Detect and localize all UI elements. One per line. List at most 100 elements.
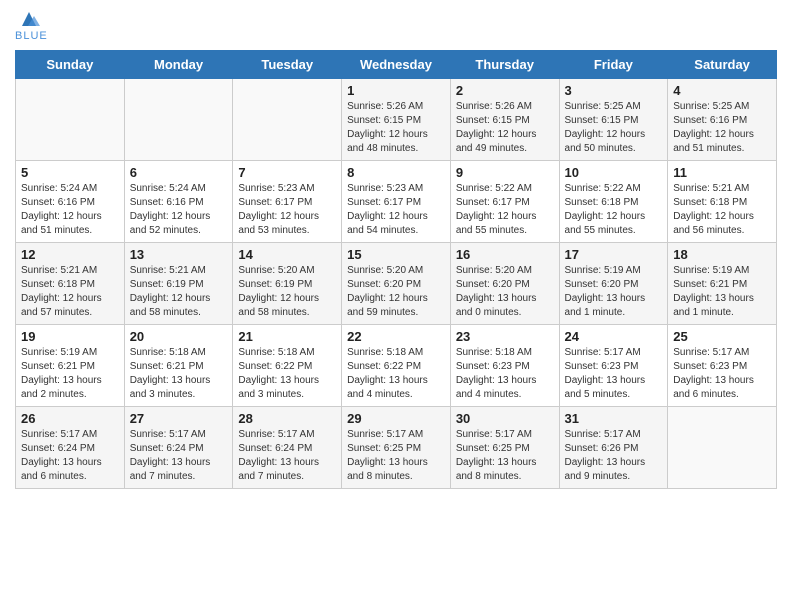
calendar-cell: 29Sunrise: 5:17 AM Sunset: 6:25 PM Dayli… [342,407,451,489]
calendar-week-row: 12Sunrise: 5:21 AM Sunset: 6:18 PM Dayli… [16,243,777,325]
day-info: Sunrise: 5:17 AM Sunset: 6:24 PM Dayligh… [21,428,119,484]
day-number: 3 [565,83,663,98]
day-number: 16 [456,247,554,262]
day-number: 11 [673,165,771,180]
day-header-tuesday: Tuesday [233,51,342,79]
day-number: 15 [347,247,445,262]
day-number: 23 [456,329,554,344]
calendar-cell: 18 Sunrise: 5:19 AM Sunset: 6:21 PM Dayli… [668,243,777,325]
calendar-cell [668,407,777,489]
calendar-cell: 24Sunrise: 5:17 AM Sunset: 6:23 PM Dayli… [559,325,668,407]
day-info: Sunrise: 5:24 AM Sunset: 6:16 PM Dayligh… [130,182,228,238]
calendar-cell: 8 Sunrise: 5:23 AM Sunset: 6:17 PM Daylig… [342,161,451,243]
day-info: Sunrise: 5:18 AM Sunset: 6:22 PM Dayligh… [347,346,445,402]
day-info: Sunrise: 5:22 AM Sunset: 6:18 PM Dayligh… [565,182,663,238]
calendar-header-row: SundayMondayTuesdayWednesdayThursdayFrid… [16,51,777,79]
calendar-cell: 27Sunrise: 5:17 AM Sunset: 6:24 PM Dayli… [124,407,233,489]
day-number: 9 [456,165,554,180]
day-number: 12 [21,247,119,262]
logo: BLUE [15,10,48,42]
day-number: 17 [565,247,663,262]
calendar-cell: 22 Sunrise: 5:18 AM Sunset: 6:22 PM Dayli… [342,325,451,407]
day-info: Sunrise: 5:18 AM Sunset: 6:22 PM Dayligh… [238,346,336,402]
calendar-week-row: 1 Sunrise: 5:26 AM Sunset: 6:15 PM Daylig… [16,79,777,161]
calendar-cell: 4 Sunrise: 5:25 AM Sunset: 6:16 PM Daylig… [668,79,777,161]
day-header-friday: Friday [559,51,668,79]
day-info: Sunrise: 5:23 AM Sunset: 6:17 PM Dayligh… [347,182,445,238]
day-number: 1 [347,83,445,98]
calendar-cell: 20 Sunrise: 5:18 AM Sunset: 6:21 PM Dayli… [124,325,233,407]
calendar-week-row: 19Sunrise: 5:19 AM Sunset: 6:21 PM Dayli… [16,325,777,407]
day-info: Sunrise: 5:26 AM Sunset: 6:15 PM Dayligh… [347,100,445,156]
day-info: Sunrise: 5:19 AM Sunset: 6:20 PM Dayligh… [565,264,663,320]
calendar-cell [233,79,342,161]
calendar-cell: 26 Sunrise: 5:17 AM Sunset: 6:24 PM Dayli… [16,407,125,489]
calendar-cell: 12Sunrise: 5:21 AM Sunset: 6:18 PM Dayli… [16,243,125,325]
calendar-cell: 7 Sunrise: 5:23 AM Sunset: 6:17 PM Daylig… [233,161,342,243]
day-number: 26 [21,411,119,426]
day-number: 8 [347,165,445,180]
day-number: 10 [565,165,663,180]
day-info: Sunrise: 5:24 AM Sunset: 6:16 PM Dayligh… [21,182,119,238]
day-info: Sunrise: 5:21 AM Sunset: 6:18 PM Dayligh… [673,182,771,238]
calendar-cell: 3 Sunrise: 5:25 AM Sunset: 6:15 PM Daylig… [559,79,668,161]
logo-icon [18,8,40,30]
calendar-cell: 31 Sunrise: 5:17 AM Sunset: 6:26 PM Dayli… [559,407,668,489]
day-number: 31 [565,411,663,426]
day-header-saturday: Saturday [668,51,777,79]
calendar-cell: 25 Sunrise: 5:17 AM Sunset: 6:23 PM Dayli… [668,325,777,407]
logo-tagline: BLUE [15,30,48,42]
calendar-cell: 15Sunrise: 5:20 AM Sunset: 6:20 PM Dayli… [342,243,451,325]
day-number: 28 [238,411,336,426]
day-number: 29 [347,411,445,426]
calendar-cell: 9Sunrise: 5:22 AM Sunset: 6:17 PM Daylig… [450,161,559,243]
day-info: Sunrise: 5:17 AM Sunset: 6:23 PM Dayligh… [565,346,663,402]
calendar-cell: 28 Sunrise: 5:17 AM Sunset: 6:24 PM Dayli… [233,407,342,489]
day-info: Sunrise: 5:25 AM Sunset: 6:16 PM Dayligh… [673,100,771,156]
calendar-table: SundayMondayTuesdayWednesdayThursdayFrid… [15,50,777,489]
day-info: Sunrise: 5:20 AM Sunset: 6:19 PM Dayligh… [238,264,336,320]
day-info: Sunrise: 5:20 AM Sunset: 6:20 PM Dayligh… [456,264,554,320]
day-info: Sunrise: 5:23 AM Sunset: 6:17 PM Dayligh… [238,182,336,238]
day-info: Sunrise: 5:17 AM Sunset: 6:24 PM Dayligh… [238,428,336,484]
calendar-cell [124,79,233,161]
day-number: 18 [673,247,771,262]
day-number: 14 [238,247,336,262]
calendar-cell: 14 Sunrise: 5:20 AM Sunset: 6:19 PM Dayli… [233,243,342,325]
day-info: Sunrise: 5:19 AM Sunset: 6:21 PM Dayligh… [673,264,771,320]
day-info: Sunrise: 5:21 AM Sunset: 6:19 PM Dayligh… [130,264,228,320]
day-number: 2 [456,83,554,98]
calendar-cell [16,79,125,161]
day-number: 30 [456,411,554,426]
calendar-cell: 16 Sunrise: 5:20 AM Sunset: 6:20 PM Dayli… [450,243,559,325]
day-info: Sunrise: 5:17 AM Sunset: 6:26 PM Dayligh… [565,428,663,484]
day-info: Sunrise: 5:17 AM Sunset: 6:23 PM Dayligh… [673,346,771,402]
day-info: Sunrise: 5:17 AM Sunset: 6:25 PM Dayligh… [456,428,554,484]
calendar-cell: 11 Sunrise: 5:21 AM Sunset: 6:18 PM Dayli… [668,161,777,243]
page-header: BLUE [15,10,777,42]
day-header-sunday: Sunday [16,51,125,79]
calendar-cell: 2 Sunrise: 5:26 AM Sunset: 6:15 PM Daylig… [450,79,559,161]
day-number: 7 [238,165,336,180]
calendar-cell: 6Sunrise: 5:24 AM Sunset: 6:16 PM Daylig… [124,161,233,243]
calendar-cell: 23 Sunrise: 5:18 AM Sunset: 6:23 PM Dayli… [450,325,559,407]
day-info: Sunrise: 5:25 AM Sunset: 6:15 PM Dayligh… [565,100,663,156]
day-header-wednesday: Wednesday [342,51,451,79]
day-number: 4 [673,83,771,98]
day-number: 5 [21,165,119,180]
calendar-cell: 10 Sunrise: 5:22 AM Sunset: 6:18 PM Dayli… [559,161,668,243]
day-header-monday: Monday [124,51,233,79]
day-info: Sunrise: 5:18 AM Sunset: 6:23 PM Dayligh… [456,346,554,402]
day-number: 13 [130,247,228,262]
day-info: Sunrise: 5:19 AM Sunset: 6:21 PM Dayligh… [21,346,119,402]
calendar-cell: 21Sunrise: 5:18 AM Sunset: 6:22 PM Dayli… [233,325,342,407]
day-info: Sunrise: 5:26 AM Sunset: 6:15 PM Dayligh… [456,100,554,156]
day-info: Sunrise: 5:18 AM Sunset: 6:21 PM Dayligh… [130,346,228,402]
day-number: 22 [347,329,445,344]
day-header-thursday: Thursday [450,51,559,79]
day-number: 25 [673,329,771,344]
calendar-cell: 30 Sunrise: 5:17 AM Sunset: 6:25 PM Dayli… [450,407,559,489]
calendar-cell: 5 Sunrise: 5:24 AM Sunset: 6:16 PM Daylig… [16,161,125,243]
day-number: 20 [130,329,228,344]
calendar-cell: 19Sunrise: 5:19 AM Sunset: 6:21 PM Dayli… [16,325,125,407]
